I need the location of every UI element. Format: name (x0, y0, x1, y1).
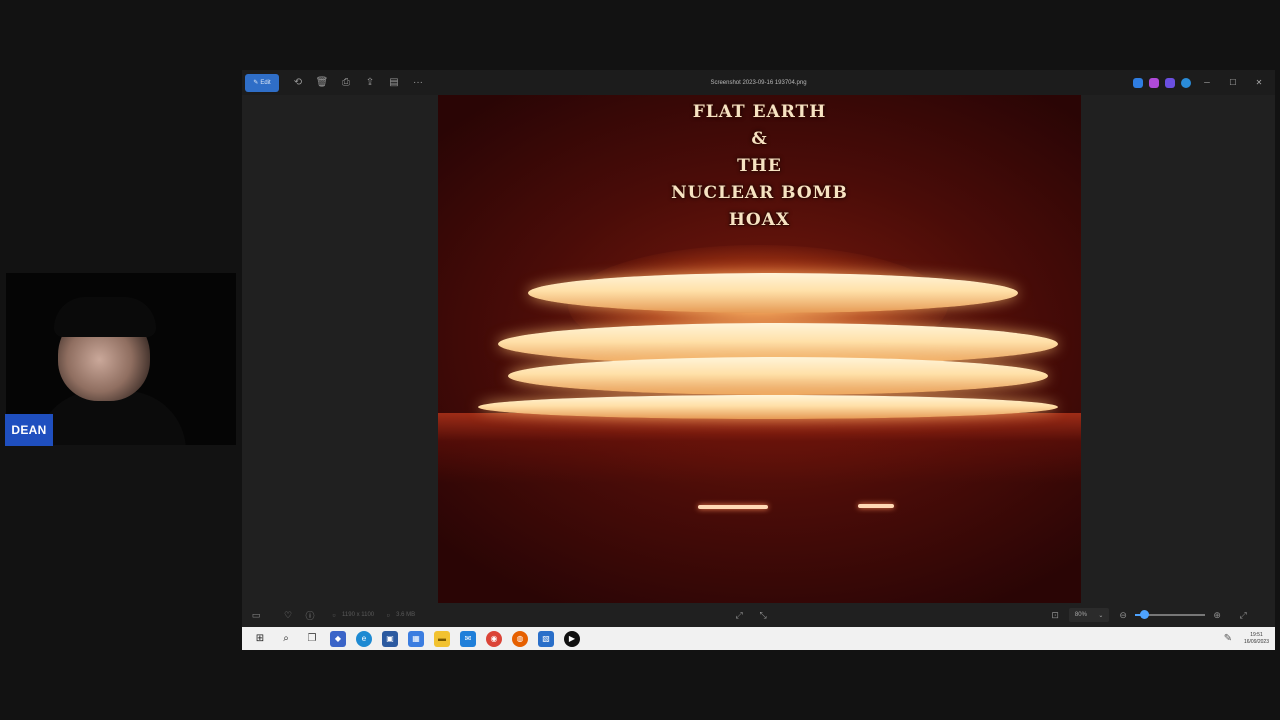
fit-to-window-icon[interactable]: ⤢ (731, 607, 747, 623)
firefox-icon[interactable]: ◍ (512, 630, 528, 647)
title-bar: ✎ Edit ⟲ 🗑 ⎙ ⇪ ▤ ··· Screenshot 2023-09-… (242, 70, 1275, 95)
mushroom-cloud-layer (508, 357, 1048, 395)
file-explorer-icon[interactable]: ▬ (434, 630, 450, 647)
rotate-icon[interactable]: ⟲ (289, 74, 307, 92)
edit-label: Edit (260, 79, 271, 86)
title-bar-right: ─ ☐ ✕ (1133, 70, 1269, 95)
mail-icon[interactable]: ✉ (460, 630, 476, 647)
poster-title: FLAT EARTH & THE NUCLEAR BOMB HOAX (438, 99, 1081, 234)
close-icon[interactable]: ✕ (1249, 73, 1269, 93)
start-icon[interactable]: ⊞ (252, 631, 268, 647)
store-icon[interactable]: ▣ (382, 630, 398, 647)
task-view-icon[interactable]: ❐ (304, 631, 320, 647)
zoom-slider[interactable] (1135, 610, 1206, 619)
clock-time: 19:51 (1250, 631, 1263, 638)
poster-title-line: THE (737, 156, 782, 176)
file-info-icon[interactable]: ⓘ (302, 607, 318, 623)
bottom-bar: ▭ ♡ ⓘ ▫ 1190 x 1100 ▫ 3.6 MB ⤢ ⤡ ⊡ 80% ⌄… (242, 603, 1275, 627)
mushroom-cloud-layer (528, 273, 1018, 313)
ground-light (698, 505, 768, 509)
clock-date: 16/09/2023 (1243, 638, 1269, 645)
zoom-out-icon[interactable]: ⊖ (1115, 607, 1131, 623)
filmstrip-icon[interactable]: ▭ (248, 607, 264, 623)
photos-app-icon[interactable]: ▧ (538, 630, 554, 647)
ground-light (858, 504, 894, 508)
poster-title-line: NUCLEAR BOMB (671, 183, 848, 203)
cloud-icon[interactable] (1181, 77, 1191, 88)
info-icon[interactable]: ▤ (385, 74, 403, 92)
media-player-icon[interactable]: ▶ (564, 630, 580, 647)
fullscreen-icon[interactable]: ⤢ (1235, 607, 1251, 623)
view-mode-icon[interactable]: ⊡ (1047, 607, 1063, 623)
file-size-icon: ▫ (386, 610, 390, 620)
pen-icon[interactable]: ✎ (1220, 631, 1236, 647)
zoom-dropdown[interactable]: 80% ⌄ (1069, 608, 1110, 622)
image-viewer[interactable]: FLAT EARTH & THE NUCLEAR BOMB HOAX (438, 95, 1081, 603)
app-icon-purple[interactable] (1149, 77, 1159, 88)
favorite-icon[interactable]: ♡ (280, 607, 296, 623)
zoom-slider-thumb[interactable] (1139, 610, 1149, 619)
system-tray: ✎ 19:51 16/09/2023 (1220, 627, 1269, 650)
edit-icon: ✎ (253, 80, 259, 86)
app-icon-violet[interactable] (1165, 77, 1175, 88)
maximize-icon[interactable]: ☐ (1223, 73, 1243, 93)
copilot-icon[interactable]: ◆ (330, 630, 346, 647)
poster-title-line: & (751, 129, 768, 149)
chrome-icon[interactable]: ◉ (486, 630, 502, 647)
presenter-name-tag: DEAN (5, 414, 53, 446)
poster-title-line: FLAT EARTH (692, 102, 827, 122)
search-icon[interactable]: ⌕ (278, 631, 294, 647)
image-dimensions: 1190 x 1100 (342, 612, 375, 618)
dimensions-icon: ▫ (332, 610, 336, 620)
chevron-down-icon: ⌄ (1098, 612, 1104, 619)
delete-icon[interactable]: 🗑 (313, 74, 331, 92)
clock[interactable]: 19:51 16/09/2023 (1244, 632, 1269, 646)
photos-app-window: ✎ Edit ⟲ 🗑 ⎙ ⇪ ▤ ··· Screenshot 2023-09-… (242, 70, 1275, 650)
file-size: 3.6 MB (396, 612, 416, 618)
mushroom-cloud-layer (478, 395, 1058, 419)
taskbar: ⊞ ⌕ ❐ ◆ e ▣ ▦ ▬ ✉ ◉ ◍ ▧ ▶ ✎ 19:51 16/09/… (242, 627, 1275, 650)
zoom-in-icon[interactable]: ⊕ (1209, 607, 1225, 623)
photos-icon[interactable]: ▦ (408, 630, 424, 647)
poster-title-line: HOAX (728, 210, 791, 230)
actual-size-icon[interactable]: ⤡ (755, 607, 771, 623)
share-icon[interactable]: ⇪ (361, 74, 379, 92)
edit-button[interactable]: ✎ Edit (245, 73, 279, 92)
app-icon-blue[interactable] (1133, 77, 1143, 88)
print-icon[interactable]: ⎙ (337, 74, 355, 92)
minimize-icon[interactable]: ─ (1197, 73, 1217, 93)
edge-icon[interactable]: e (356, 630, 372, 647)
presenter-cap (54, 297, 156, 337)
more-options-icon[interactable]: ··· (409, 74, 427, 92)
zoom-level: 80% (1074, 612, 1087, 618)
fiery-horizon (438, 413, 1081, 483)
